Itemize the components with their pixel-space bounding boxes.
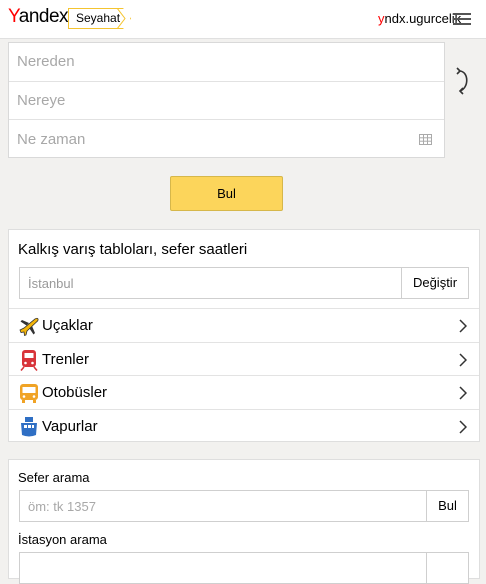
station-input[interactable] (19, 552, 469, 584)
calendar-icon[interactable] (419, 134, 432, 146)
transport-label: Trenler (42, 350, 89, 368)
timetable-card: Kalkış varış tabloları, sefer saatleri İ… (8, 229, 480, 442)
city-input[interactable]: İstanbul Değiştir (19, 267, 469, 299)
trip-number-input[interactable]: öm: tk 1357 Bul (19, 490, 469, 522)
train-icon (20, 349, 38, 371)
station-search-button[interactable] (426, 552, 469, 584)
transport-label: Vapurlar (42, 417, 98, 435)
transport-label: Uçaklar (42, 317, 93, 334)
yandex-logo[interactable]: Yandex (8, 6, 69, 28)
transport-item-planes[interactable]: Uçaklar (9, 308, 479, 342)
chevron-right-icon (459, 319, 467, 333)
trip-search-card: Sefer arama öm: tk 1357 Bul İstasyon ara… (8, 459, 480, 584)
date-input[interactable]: Ne zaman (9, 120, 444, 159)
swap-direction-icon[interactable] (454, 66, 474, 96)
trip-search-button[interactable]: Bul (426, 490, 469, 522)
search-button[interactable]: Bul (170, 176, 283, 211)
hamburger-menu-icon[interactable] (453, 13, 471, 25)
service-tab-arrow-icon (117, 8, 126, 29)
from-placeholder: Nereden (17, 53, 75, 71)
change-city-button[interactable]: Değiştir (401, 267, 469, 299)
plane-icon (19, 317, 39, 337)
transport-list: Uçaklar Trenler Otobüsler Vapurlar (9, 308, 479, 442)
trip-search-label: Sefer arama (18, 470, 90, 485)
date-placeholder: Ne zaman (17, 130, 86, 148)
timetable-title: Kalkış varış tabloları, sefer saatleri (18, 241, 248, 258)
bus-icon (20, 384, 38, 404)
route-search-form: Nereden Nereye Ne zaman (8, 42, 445, 158)
trip-number-placeholder: öm: tk 1357 (28, 499, 96, 514)
ferry-icon (21, 416, 37, 437)
chevron-right-icon (459, 420, 467, 434)
transport-item-ferries[interactable]: Vapurlar (9, 408, 479, 443)
user-login[interactable]: yndx.ugurcelik (378, 11, 461, 26)
header: Yandex Seyahat yndx.ugurcelik (0, 0, 486, 39)
from-input[interactable]: Nereden (9, 43, 444, 82)
transport-item-buses[interactable]: Otobüsler (9, 375, 479, 409)
to-placeholder: Nereye (17, 91, 66, 109)
chevron-right-icon (459, 386, 467, 400)
station-search-label: İstasyon arama (18, 532, 107, 547)
chevron-right-icon (459, 353, 467, 367)
city-placeholder: İstanbul (28, 276, 74, 291)
transport-item-trains[interactable]: Trenler (9, 341, 479, 376)
to-input[interactable]: Nereye (9, 82, 444, 121)
transport-label: Otobüsler (42, 384, 108, 402)
